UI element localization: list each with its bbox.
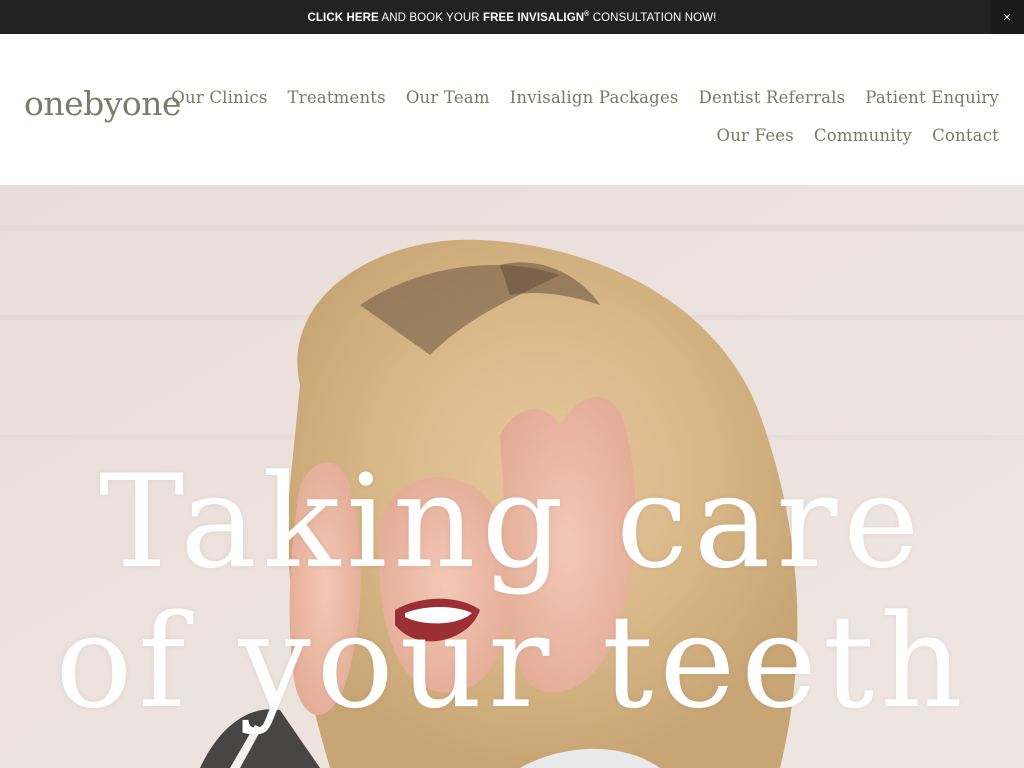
nav-link-contact[interactable]: Contact [932, 126, 999, 145]
nav-link-patient-enquiry[interactable]: Patient Enquiry [865, 88, 999, 107]
nav-link-our-fees[interactable]: Our Fees [716, 126, 793, 145]
hero-title-line-2: of your teeth [55, 588, 969, 737]
hero-title-line-1: Taking care [98, 448, 926, 597]
main-navigation: Our Clinics Treatments Our Team Invisali… [171, 78, 999, 154]
nav-row-secondary: Our Fees Community Contact [199, 116, 999, 154]
close-announcement-button[interactable]: × [990, 0, 1024, 34]
site-logo[interactable]: onebyone [24, 84, 182, 123]
nav-link-our-team[interactable]: Our Team [406, 88, 490, 107]
nav-link-dentist-referrals[interactable]: Dentist Referrals [699, 88, 846, 107]
nav-link-our-clinics[interactable]: Our Clinics [171, 88, 267, 107]
close-icon[interactable]: × [1003, 9, 1012, 26]
nav-row-primary: Our Clinics Treatments Our Team Invisali… [171, 78, 999, 116]
hero-section: Taking care of your teeth [0, 185, 1024, 768]
announcement-free-invisalign: FREE INVISALIGN [482, 11, 585, 24]
announcement-and-book: AND BOOK YOUR [378, 11, 483, 24]
announcement-text[interactable]: CLICK HERE AND BOOK YOUR FREE INVISALIGN… [308, 11, 717, 24]
nav-link-invisalign-packages[interactable]: Invisalign Packages [510, 88, 679, 107]
hero-title: Taking care of your teeth [0, 453, 1024, 733]
site-header: onebyone Our Clinics Treatments Our Team… [0, 34, 1024, 185]
nav-link-community[interactable]: Community [814, 126, 912, 145]
click-here-link[interactable]: CLICK HERE [308, 11, 379, 23]
announcement-consultation: CONSULTATION NOW! [589, 11, 717, 24]
announcement-bar[interactable]: CLICK HERE AND BOOK YOUR FREE INVISALIGN… [0, 0, 1024, 34]
nav-link-treatments[interactable]: Treatments [288, 88, 386, 107]
